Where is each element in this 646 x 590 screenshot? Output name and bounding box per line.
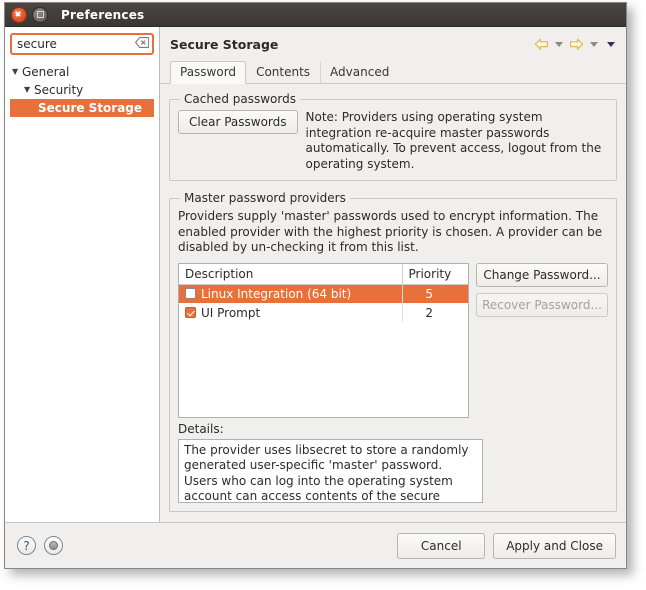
- preferences-tree: ▼ General ▼ Security Secure Storage: [10, 63, 154, 117]
- window-title: Preferences: [61, 7, 145, 22]
- dialog-buttons: Cancel Apply and Close: [397, 532, 616, 559]
- content-header: Secure Storage: [160, 27, 626, 61]
- tab-contents[interactable]: Contents: [246, 61, 320, 83]
- twisty-expanded-icon[interactable]: ▼: [24, 86, 34, 94]
- providers-table-body: Linux Integration (64 bit) 5 UI Prompt 2: [179, 284, 468, 322]
- clear-icon[interactable]: [135, 37, 149, 49]
- cached-passwords-legend: Cached passwords: [184, 92, 296, 106]
- provider-name-label: Linux Integration (64 bit): [201, 286, 352, 301]
- master-password-providers-legend: Master password providers: [184, 191, 346, 205]
- sidebar-item-general[interactable]: ▼ General: [10, 63, 154, 81]
- cached-passwords-note: Note: Providers using operating system i…: [305, 110, 602, 171]
- twisty-expanded-icon[interactable]: ▼: [12, 68, 22, 76]
- clear-passwords-button[interactable]: Clear Passwords: [178, 110, 298, 134]
- providers-table-wrapper[interactable]: Description Priority Linux Integration (…: [178, 262, 469, 418]
- screenshot-root: Preferences ▼ General: [0, 0, 646, 590]
- provider-description-cell: UI Prompt: [179, 303, 403, 322]
- details-label: Details:: [178, 421, 224, 436]
- providers-table-head: Description Priority: [179, 263, 468, 285]
- cached-passwords-row: Clear Passwords Note: Providers using op…: [178, 110, 608, 172]
- sidebar-item-secure-storage[interactable]: Secure Storage: [10, 99, 154, 117]
- navigation-toolbar: [534, 38, 618, 51]
- change-password-button[interactable]: Change Password...: [476, 262, 608, 287]
- sidebar-item-label: Secure Storage: [38, 101, 143, 115]
- tab-advanced[interactable]: Advanced: [320, 61, 399, 83]
- sidebar-item-label: General: [22, 65, 70, 79]
- back-history-chevron-down-icon[interactable]: [555, 41, 563, 47]
- column-header-description[interactable]: Description: [179, 263, 403, 285]
- details-text: The provider uses libsecret to store a r…: [184, 442, 469, 503]
- back-arrow-icon[interactable]: [534, 38, 549, 51]
- provider-priority-cell: 5: [402, 284, 468, 303]
- column-header-priority[interactable]: Priority: [402, 263, 468, 285]
- sidebar: ▼ General ▼ Security Secure Storage: [5, 27, 160, 522]
- dialog-bottom-bar: ? Cancel Apply and Close: [5, 522, 626, 568]
- help-icon[interactable]: ?: [17, 536, 36, 555]
- search-field-wrapper: [10, 33, 154, 55]
- close-icon[interactable]: [11, 6, 27, 23]
- provider-description-cell: Linux Integration (64 bit): [179, 284, 403, 303]
- maximize-icon[interactable]: [32, 6, 48, 23]
- sidebar-item-security[interactable]: ▼ Security: [10, 81, 154, 99]
- table-row[interactable]: UI Prompt 2: [179, 303, 468, 322]
- content-pane: Secure Storage Password Contents Advance…: [160, 27, 626, 522]
- table-row[interactable]: Linux Integration (64 bit) 5: [179, 284, 468, 303]
- view-menu-chevron-down-icon[interactable]: [607, 41, 615, 47]
- master-password-providers-group: Master password providers Providers supp…: [169, 191, 617, 512]
- forward-arrow-icon[interactable]: [569, 38, 584, 51]
- forward-history-chevron-down-icon[interactable]: [590, 41, 598, 47]
- provider-priority-cell: 2: [425, 305, 434, 320]
- password-tab-panel: Cached passwords Clear Passwords Note: P…: [160, 84, 626, 522]
- status-circle-icon[interactable]: [44, 536, 63, 555]
- sidebar-item-label: Security: [34, 83, 84, 97]
- provider-name-label: UI Prompt: [201, 305, 261, 320]
- window-body: ▼ General ▼ Security Secure Storage Secu…: [5, 27, 626, 522]
- details-box: The provider uses libsecret to store a r…: [178, 438, 483, 503]
- cached-passwords-group: Cached passwords Clear Passwords Note: P…: [169, 92, 617, 181]
- table-header-row: Description Priority: [179, 263, 468, 285]
- window-titlebar: Preferences: [5, 3, 626, 27]
- tab-bar: Password Contents Advanced: [160, 61, 626, 84]
- apply-and-close-button[interactable]: Apply and Close: [493, 532, 616, 559]
- page-title: Secure Storage: [170, 36, 279, 52]
- providers-description: Providers supply 'master' passwords used…: [178, 209, 603, 254]
- search-input[interactable]: [10, 33, 154, 55]
- provider-checkbox[interactable]: [185, 307, 196, 318]
- providers-table: Description Priority Linux Integration (…: [179, 263, 468, 322]
- recover-password-button: Recover Password...: [476, 292, 608, 317]
- provider-checkbox[interactable]: [185, 288, 196, 300]
- providers-table-row: Description Priority Linux Integration (…: [178, 262, 608, 418]
- cancel-button[interactable]: Cancel: [397, 532, 486, 559]
- bottom-icon-group: ?: [17, 536, 397, 555]
- tab-password[interactable]: Password: [170, 61, 247, 84]
- provider-action-buttons: Change Password... Recover Password...: [476, 262, 608, 317]
- preferences-window: Preferences ▼ General: [4, 2, 627, 569]
